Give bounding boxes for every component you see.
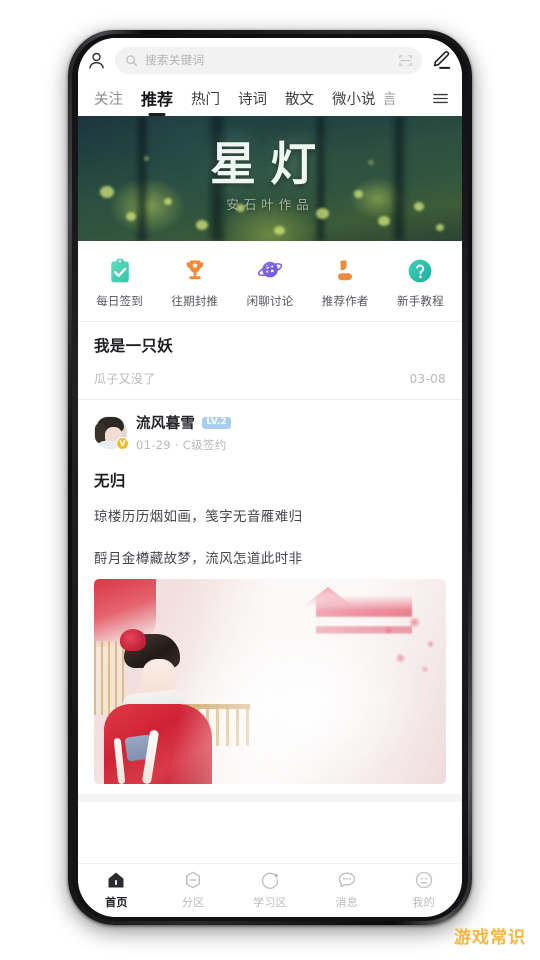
post-image[interactable] [94,579,446,784]
username: 流风暮雪 [136,416,196,432]
search-placeholder: 搜索关键词 [145,53,205,67]
nav-item-sections[interactable]: 分区 [155,869,232,910]
quick-action-row: 每日签到 往期封推 闲聊讨论 推荐作者 新手教程 [78,241,462,322]
post-title: 我是一只妖 [94,337,174,355]
tab-shici[interactable]: 诗词 [229,80,276,116]
quick-action-past-features[interactable]: 往期封推 [157,255,232,309]
nav-label: 学习区 [253,896,287,909]
quick-action-label: 闲聊讨论 [246,294,294,308]
tab-weixiaoshuo[interactable]: 微小说 [323,80,385,116]
post-user-header[interactable]: V 流风暮雪 LV.2 01-29 · C级签约 [94,412,446,453]
hexagon-minus-icon [183,869,204,890]
phone-device-frame: 搜索关键词 关注 推荐 热门 诗词 散文 微小说 言 星灯 安石叶作品 每日签到… [68,30,472,925]
tab-guanzhu[interactable]: 关注 [90,80,132,116]
quick-action-label: 每日签到 [96,294,143,308]
tab-label: 微小说 [332,91,376,108]
level-badge: LV.2 [202,416,231,429]
watermark: 游戏常识 [454,928,526,948]
avatar[interactable]: V [94,416,129,450]
post-meta: 01-29 · C级签约 [136,438,227,452]
feed-post-rich[interactable]: V 流风暮雪 LV.2 01-29 · C级签约 无归 琼楼历历烟如画，笺字无音… [78,400,462,802]
quick-action-chat-discussion[interactable]: 闲聊讨论 [232,255,307,309]
pencil-edit-icon[interactable] [430,49,452,71]
phone-screen: 搜索关键词 关注 推荐 热门 诗词 散文 微小说 言 星灯 安石叶作品 每日签到… [78,38,462,917]
nav-label: 分区 [181,896,205,909]
tab-label: 散文 [285,91,315,108]
quick-action-label: 往期封推 [171,294,219,308]
person-filled-icon [330,255,361,286]
post-feed: 我是一只妖 瓜子又没了 03-08 V 流风暮雪 LV.2 01-29 · C级… [78,322,462,802]
tab-tuijian[interactable]: 推荐 [132,80,182,116]
post-date: 03-08 [409,371,446,386]
quick-action-beginner-guide[interactable]: 新手教程 [383,255,458,309]
tab-remen[interactable]: 热门 [182,80,229,116]
post-meta-row: 瓜子又没了 03-08 [94,370,446,387]
top-bar: 搜索关键词 [78,38,462,80]
planet-icon [255,255,286,286]
tab-partial-next[interactable]: 言 [385,80,395,116]
tab-sanwen[interactable]: 散文 [276,80,323,116]
verified-badge: V [116,437,129,450]
person-icon[interactable] [86,50,107,71]
home-icon [106,869,127,890]
quick-action-label: 推荐作者 [321,294,369,308]
post-title: 无归 [94,472,126,490]
category-tab-bar: 关注 推荐 热门 诗词 散文 微小说 言 [78,80,462,116]
trophy-icon [179,255,210,286]
tab-label: 关注 [94,91,123,108]
scan-icon[interactable] [398,53,413,68]
nav-label: 消息 [335,896,359,909]
search-icon [126,54,138,66]
nav-item-study[interactable]: 学习区 [232,869,309,910]
username-line: 流风暮雪 LV.2 [136,412,231,433]
quick-action-label: 新手教程 [397,294,444,308]
post-body-line: 酹月金樽藏故梦，流风怎道此时非 [94,551,303,567]
search-input[interactable]: 搜索关键词 [115,46,422,74]
tab-label: 推荐 [141,90,174,109]
nav-item-messages[interactable]: 消息 [308,869,385,910]
post-author: 瓜子又没了 [94,372,156,386]
clipboard-check-icon [104,255,135,286]
nav-label: 首页 [105,896,128,909]
quick-action-recommended-authors[interactable]: 推荐作者 [308,255,383,309]
nav-item-home[interactable]: 首页 [78,869,155,910]
question-circle-icon [405,255,436,286]
bottom-navigation: 首页 分区 学习区 消息 我的 [78,863,462,917]
quick-action-daily-signin[interactable]: 每日签到 [82,255,157,309]
post-body-line: 琼楼历历烟如画，笺字无音雁难归 [94,509,303,525]
face-circle-icon [413,869,434,890]
circle-arrow-icon [259,869,280,890]
nav-item-mine[interactable]: 我的 [385,869,462,910]
banner-subtitle: 安石叶作品 [226,197,314,212]
feed-post-simple[interactable]: 我是一只妖 瓜子又没了 03-08 [78,322,462,400]
hamburger-menu-icon[interactable] [425,89,458,108]
chat-bubble-icon [336,869,357,890]
featured-banner[interactable]: 星灯 安石叶作品 [78,116,462,241]
tab-label: 热门 [191,91,221,108]
tab-label: 诗词 [238,91,268,108]
nav-label: 我的 [412,896,435,909]
phone-bezel: 搜索关键词 关注 推荐 热门 诗词 散文 微小说 言 星灯 安石叶作品 每日签到… [72,34,468,921]
banner-title: 星灯 [210,137,330,191]
tab-label: 言 [384,91,395,108]
